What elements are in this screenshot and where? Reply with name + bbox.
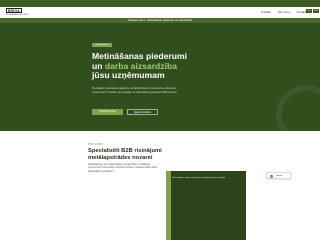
location-card-label: Latvija <box>276 175 283 177</box>
request-prices-button[interactable]: Pieprasīt cenas <box>92 109 123 115</box>
hero-title: Metināšanas piederumi un darba aizsardzī… <box>92 51 222 81</box>
nav-item-about[interactable]: Par mums <box>278 11 290 14</box>
site-header: BRIGA METINĀŠANAS APĢĒRBI Produkti Par m… <box>0 7 320 18</box>
main-nav: Produkti Par mums Kontakti <box>261 11 306 14</box>
media-caption: Drošs darbs sākas ar pareizo aprīkojumu … <box>172 177 226 179</box>
decorative-ring <box>276 85 320 131</box>
hero-section: B2B partneris Metināšanas piederumi un d… <box>0 23 320 131</box>
logo-subtitle: METINĀŠANAS APĢĒRBI <box>6 13 29 16</box>
lang-switch-lv[interactable]: LV <box>306 9 312 13</box>
hero-title-line3: jūsu uzņēmumam <box>92 70 165 81</box>
section-eyebrow: PAR MUMS <box>88 143 104 146</box>
hero-title-accent: darba aizsardzība <box>104 60 178 71</box>
top-accent-bar <box>0 0 320 7</box>
location-card[interactable]: Latvija <box>266 172 291 179</box>
shield-icon <box>270 174 273 179</box>
about-section: PAR MUMS Specializēti B2B risinājumi met… <box>0 131 320 240</box>
hero-description: Piedāvājam metināšanas apģērbus, aizsarg… <box>92 87 178 94</box>
section-title: Specializēti B2B risinājumi metālapstrād… <box>88 148 162 161</box>
section-text: Sadarbojamies ar metālapstrādes, būvniec… <box>88 164 158 173</box>
hero-title-prefix: un <box>92 60 105 71</box>
nav-item-products[interactable]: Produkti <box>261 11 271 14</box>
media-accent-stripe <box>166 171 171 240</box>
view-products-button[interactable]: Skatīt produktus <box>127 109 158 115</box>
nav-item-contacts[interactable]: Kontakti <box>297 11 306 14</box>
hero-badge: B2B partneris <box>92 43 112 47</box>
section-media: Drošs darbs sākas ar pareizo aprīkojumu … <box>166 171 246 240</box>
lang-switch-en[interactable]: EN <box>313 9 319 13</box>
logo-text: BRIGA <box>6 8 22 13</box>
